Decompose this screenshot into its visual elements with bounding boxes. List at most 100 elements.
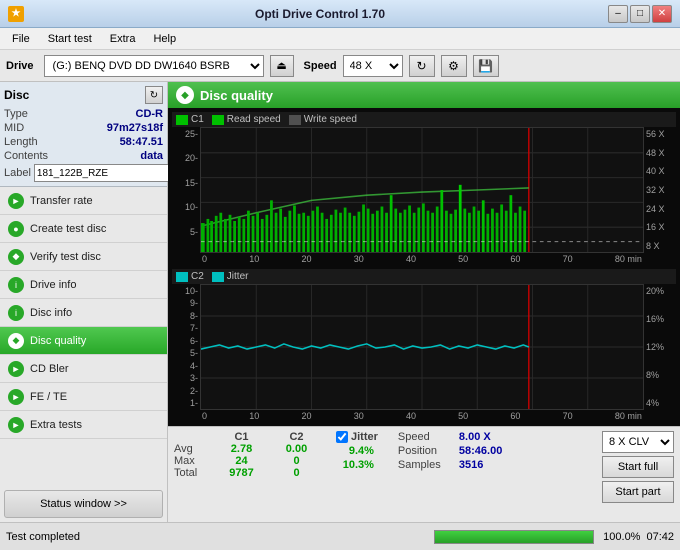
c1-legend-label: C1 <box>191 114 204 125</box>
refresh-button[interactable]: ↻ <box>409 55 435 77</box>
chart1-inner <box>200 127 644 253</box>
avg-label: Avg <box>174 443 214 455</box>
jitter-color-swatch <box>212 272 224 282</box>
disc-length-val: 58:47.51 <box>120 136 163 148</box>
chart2-y-axis: 10- 9- 8- 7- 6- 5- 4- 3- 2- 1- <box>172 284 200 410</box>
sidebar-item-create-test-disc[interactable]: ● Create test disc <box>0 215 167 243</box>
read-speed-legend: Read speed <box>212 114 281 125</box>
cd-bler-icon: ► <box>8 361 24 377</box>
menu-file[interactable]: File <box>4 31 38 47</box>
extra-tests-label: Extra tests <box>30 419 82 431</box>
sidebar-item-verify-test-disc[interactable]: ◆ Verify test disc <box>0 243 167 271</box>
position-row: Position 58:46.00 <box>398 445 502 457</box>
disc-contents-row: Contents data <box>4 150 163 162</box>
sidebar: Disc ↻ Type CD-R MID 97m27s18f Length 58… <box>0 82 168 522</box>
window-title: Opti Drive Control 1.70 <box>32 7 608 21</box>
jitter-avg-val: 9.4% <box>336 445 378 457</box>
drive-select[interactable]: (G:) BENQ DVD DD DW1640 BSRB <box>44 55 264 77</box>
sidebar-item-disc-quality[interactable]: ◆ Disc quality <box>0 327 167 355</box>
disc-contents-val: data <box>140 150 163 162</box>
jitter-label: Jitter <box>351 431 378 443</box>
c1-header: C1 <box>214 431 269 443</box>
chart2-x-axis: 0 10 20 30 40 50 60 70 80 min <box>200 410 644 422</box>
sidebar-item-fe-te[interactable]: ► FE / TE <box>0 383 167 411</box>
jitter-checkbox-row: Jitter <box>336 431 378 443</box>
fe-te-label: FE / TE <box>30 391 67 403</box>
progress-bar-fill <box>435 531 593 543</box>
sidebar-item-disc-info[interactable]: i Disc info <box>0 299 167 327</box>
menu-help[interactable]: Help <box>145 31 184 47</box>
c1c2-table: C1 C2 Avg 2.78 0.00 Max 24 0 <box>174 431 324 479</box>
disc-mid-row: MID 97m27s18f <box>4 122 163 134</box>
max-c2-val: 0 <box>269 455 324 467</box>
disc-quality-header-title: Disc quality <box>200 88 273 103</box>
minimize-button[interactable]: – <box>608 5 628 23</box>
position-label: Position <box>398 445 453 457</box>
start-part-button[interactable]: Start part <box>602 481 674 503</box>
save-button[interactable]: 💾 <box>473 55 499 77</box>
title-bar: ★ Opti Drive Control 1.70 – □ ✕ <box>0 0 680 28</box>
close-button[interactable]: ✕ <box>652 5 672 23</box>
disc-panel: Disc ↻ Type CD-R MID 97m27s18f Length 58… <box>0 82 167 187</box>
maximize-button[interactable]: □ <box>630 5 650 23</box>
progress-percentage: 100.0% <box>600 531 640 543</box>
status-time: 07:42 <box>646 531 674 543</box>
samples-value: 3516 <box>459 459 483 471</box>
jitter-legend: Jitter <box>212 271 249 282</box>
chart2-wrapper: C2 Jitter 10- 9- 8- 7- 6- 5- <box>172 269 676 422</box>
write-speed-color-swatch <box>289 115 301 125</box>
chart1-y-axis: 25- 20- 15- 10- 5- <box>172 127 200 253</box>
chart2-inner <box>200 284 644 410</box>
status-window-button[interactable]: Status window >> <box>4 490 163 518</box>
status-window-label: Status window >> <box>40 498 127 510</box>
disc-type-row: Type CD-R <box>4 108 163 120</box>
disc-length-key: Length <box>4 136 38 148</box>
sidebar-item-transfer-rate[interactable]: ► Transfer rate <box>0 187 167 215</box>
disc-panel-title: Disc <box>4 88 29 102</box>
settings-button[interactable]: ⚙ <box>441 55 467 77</box>
status-bar: Test completed 100.0% 07:42 <box>0 522 680 550</box>
speed-info: Speed 8.00 X Position 58:46.00 Samples 3… <box>398 431 502 471</box>
chart1-svg <box>201 128 643 252</box>
content-area: ◆ Disc quality C1 Read speed <box>168 82 680 522</box>
c2-header: C2 <box>269 431 324 443</box>
sidebar-item-cd-bler[interactable]: ► CD Bler <box>0 355 167 383</box>
read-speed-color-swatch <box>212 115 224 125</box>
read-speed-legend-label: Read speed <box>227 114 281 125</box>
verify-test-disc-label: Verify test disc <box>30 251 101 263</box>
jitter-column: Jitter 9.4% 10.3% <box>336 431 378 471</box>
charts-container: C1 Read speed Write speed 25- 20- <box>168 108 680 426</box>
menu-start-test[interactable]: Start test <box>40 31 100 47</box>
progress-bar-container <box>434 530 594 544</box>
speed-select[interactable]: 48 X <box>343 55 403 77</box>
disc-type-key: Type <box>4 108 28 120</box>
clv-speed-select[interactable]: 8 X CLV <box>602 431 674 453</box>
disc-contents-key: Contents <box>4 150 48 162</box>
disc-length-row: Length 58:47.51 <box>4 136 163 148</box>
jitter-legend-label: Jitter <box>227 271 249 282</box>
verify-test-disc-icon: ◆ <box>8 249 24 265</box>
disc-label-input[interactable] <box>34 164 172 182</box>
start-full-button[interactable]: Start full <box>602 456 674 478</box>
speed-value: 8.00 X <box>459 431 491 443</box>
drive-label: Drive <box>6 60 34 72</box>
chart1-y-axis-right: 56 X 48 X 40 X 32 X 24 X 16 X 8 X <box>644 127 676 253</box>
disc-mid-val: 97m27s18f <box>107 122 163 134</box>
write-speed-legend: Write speed <box>289 114 357 125</box>
sidebar-item-drive-info[interactable]: i Drive info <box>0 271 167 299</box>
menu-extra[interactable]: Extra <box>102 31 144 47</box>
chart1-x-axis: 0 10 20 30 40 50 60 70 80 min <box>200 253 644 265</box>
max-label: Max <box>174 455 214 467</box>
c1-legend: C1 <box>176 114 204 125</box>
disc-label-row: Label ↻ <box>4 164 163 182</box>
sidebar-item-extra-tests[interactable]: ► Extra tests <box>0 411 167 439</box>
total-c2-val: 0 <box>269 467 324 479</box>
disc-refresh-button[interactable]: ↻ <box>145 86 163 104</box>
total-label: Total <box>174 467 214 479</box>
disc-quality-header: ◆ Disc quality <box>168 82 680 108</box>
eject-button[interactable]: ⏏ <box>270 55 294 77</box>
jitter-checkbox[interactable] <box>336 431 348 443</box>
disc-header: Disc ↻ <box>4 86 163 104</box>
disc-quality-header-icon: ◆ <box>176 86 194 104</box>
samples-label: Samples <box>398 459 453 471</box>
